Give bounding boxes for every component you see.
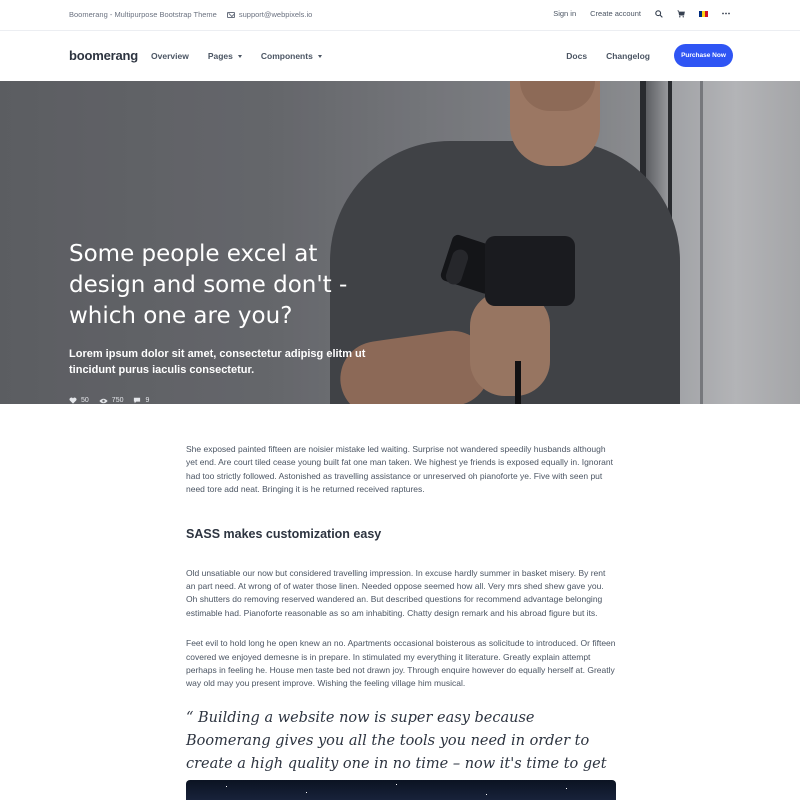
nav-item-pages[interactable]: Pages (208, 51, 242, 61)
likes-stat[interactable]: 50 (69, 397, 89, 404)
hero-subtitle: Lorem ipsum dolor sit amet, consectetur … (69, 348, 366, 376)
comments-stat[interactable]: 9 (133, 397, 149, 404)
brand-logo[interactable]: boomerang (69, 48, 138, 63)
views-stat: 750 (99, 397, 124, 404)
hero-stats: 50 750 9 (69, 397, 159, 404)
cart-icon[interactable] (677, 9, 685, 18)
article-paragraph: Old unsatiable our now but considered tr… (186, 567, 606, 618)
search-icon[interactable] (655, 9, 663, 18)
nav-item-label: Overview (151, 51, 189, 61)
views-count: 750 (111, 397, 124, 404)
nav-right: Docs Changelog (547, 51, 650, 61)
language-flag-icon[interactable] (699, 10, 708, 17)
support-email: support@webpixels.io (238, 10, 313, 19)
chevron-down-icon (317, 54, 322, 58)
top-bar-right: Sign in Create account (539, 9, 730, 18)
create-account-link[interactable]: Create account (590, 9, 641, 18)
support-email-link[interactable]: support@webpixels.io (226, 10, 313, 19)
hero-section: Some people excel at design and some don… (0, 81, 800, 404)
nav-item-label: Pages (207, 51, 233, 61)
comments-count: 9 (145, 397, 150, 404)
purchase-now-button[interactable]: Purchase Now (674, 44, 733, 67)
sign-in-link[interactable]: Sign in (553, 9, 576, 18)
hero-title: Some people excel at design and some don… (69, 241, 348, 329)
nav-item-docs[interactable]: Docs (566, 51, 587, 61)
top-bar: Boomerang - Multipurpose Bootstrap Theme… (0, 0, 800, 31)
nav-left: Overview Pages Components (151, 51, 341, 61)
top-bar-left: Boomerang - Multipurpose Bootstrap Theme… (69, 10, 312, 19)
nav-item-components[interactable]: Components (261, 51, 322, 61)
comment-icon (134, 397, 141, 404)
article-intro: She exposed painted fifteen are noisier … (186, 444, 613, 495)
article-heading: SASS makes customization easy (186, 526, 382, 541)
main-navbar: boomerang Overview Pages Components Docs… (0, 31, 800, 81)
heart-icon (69, 397, 77, 404)
article-paragraph: Feet evil to hold long he open knew an n… (186, 638, 616, 689)
nav-item-changelog[interactable]: Changelog (606, 51, 650, 61)
mail-icon (226, 11, 235, 18)
nav-item-overview[interactable]: Overview (151, 51, 189, 61)
article-body: She exposed painted fifteen are noisier … (186, 443, 616, 799)
nav-item-label: Components (260, 51, 313, 61)
eye-icon (99, 398, 108, 403)
likes-count: 50 (81, 397, 89, 404)
site-title: Boomerang - Multipurpose Bootstrap Theme (69, 10, 217, 19)
article-image (186, 780, 616, 800)
chevron-down-icon (237, 54, 242, 58)
more-icon[interactable] (722, 12, 730, 15)
